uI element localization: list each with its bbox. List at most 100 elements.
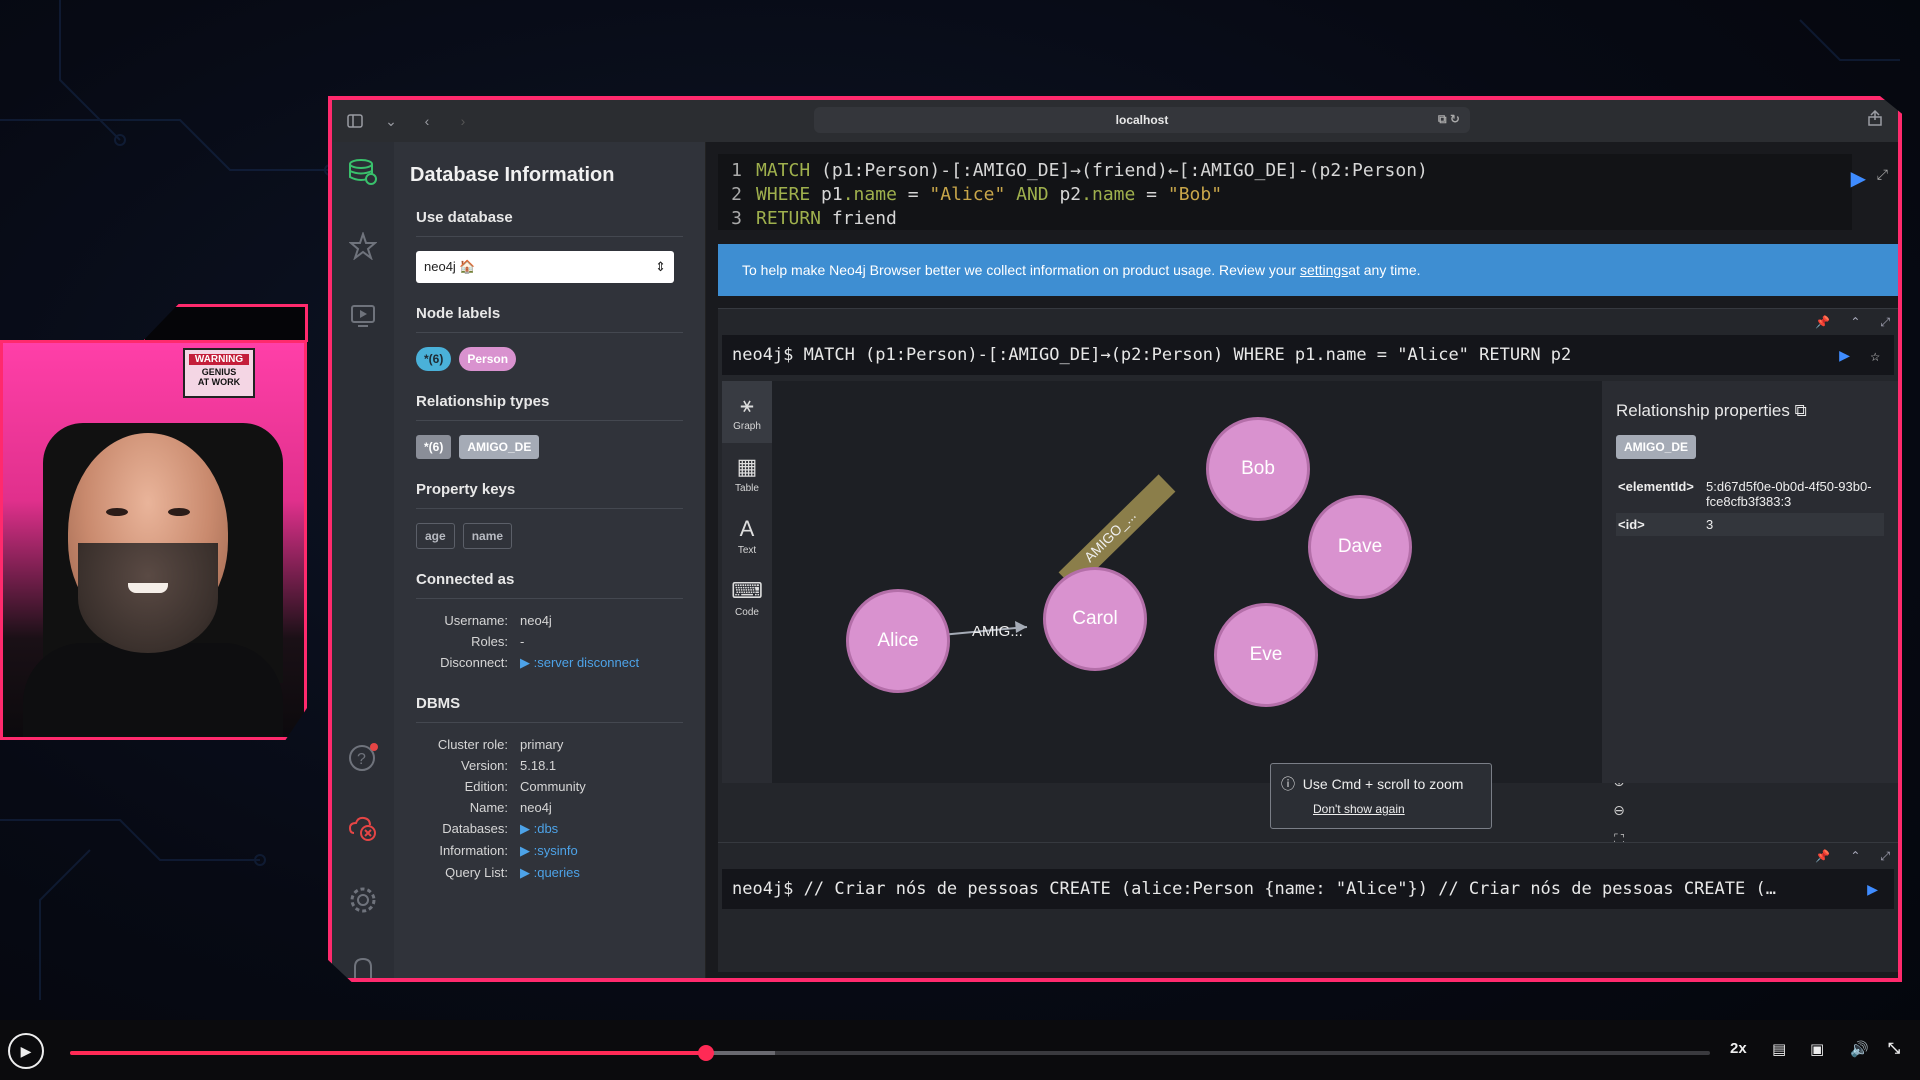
reload-icon[interactable]: ⧉ ↻ [1438,112,1460,127]
rerun-query-icon-2[interactable]: ▶ [1867,879,1878,900]
back-arrow-icon[interactable]: ‹ [416,110,438,132]
code-token: p1 [821,183,843,205]
editor-line[interactable]: 2 WHERE p1 .name = "Alice" AND p2 .name = "… [718,182,1852,206]
presenter-torso [23,643,283,737]
edge-label-alice-carol: AMIG... [972,623,1023,640]
connected-as-heading: Connected as [416,571,683,599]
pin-icon[interactable]: 📌 [1815,849,1830,863]
fullscreen-icon[interactable]: ⤢ [1880,849,1890,864]
node-bob[interactable]: Bob [1206,417,1310,521]
favorite-star-icon[interactable]: ☆ [1870,346,1880,365]
help-icon[interactable]: ? [347,742,379,774]
frame-query-bar-2[interactable]: neo4j$ // Criar nós de pessoas CREATE (a… [722,869,1894,909]
view-tabs: ⚹ Graph ▦ Table A Text ⌨ Code [722,381,772,783]
node-dave[interactable]: Dave [1308,495,1412,599]
node-labels-heading: Node labels [416,305,683,333]
copy-icon[interactable]: ⧉ [1795,401,1807,420]
picture-in-picture-icon[interactable]: ▣ [1810,1040,1824,1058]
queries-link[interactable]: ▶ :queries [520,865,683,881]
tab-table[interactable]: ▦ Table [722,443,772,505]
run-query-icon[interactable]: ▶ [1851,166,1866,191]
buffered-range [706,1051,776,1055]
tab-graph[interactable]: ⚹ Graph [722,381,772,443]
code-token: = [1135,183,1168,205]
database-icon[interactable] [347,156,379,188]
graph-canvas[interactable]: AMIG... AMIGO_... Bob Dave Alice Carol E… [772,381,1625,847]
editor-line[interactable]: 1 MATCH (p1:Person)-[:AMIGO_DE]→(friend)←… [718,158,1852,182]
svg-text:?: ? [357,751,366,768]
cluster-role-value: primary [520,737,564,752]
settings-gear-icon[interactable] [347,884,379,916]
seek-bar[interactable] [70,1045,1710,1061]
prop-key: <elementId> [1618,479,1694,494]
sysinfo-link[interactable]: ▶ :sysinfo [520,843,683,859]
tab-text[interactable]: A Text [722,505,772,567]
roles-value: - [520,634,525,649]
database-info-drawer: Database Information Use database neo4j … [394,142,706,978]
use-database-heading: Use database [416,209,683,237]
subtitles-icon[interactable]: ▤ [1772,1040,1786,1058]
prop-row-id: <id> 3 [1616,513,1884,536]
node-label-person-chip[interactable]: Person [459,347,517,371]
volume-icon[interactable]: 🔊 [1850,1040,1869,1058]
play-icon[interactable]: ▶ [8,1033,44,1069]
presenter-beard [78,543,218,653]
playback-speed[interactable]: 2x [1730,1040,1747,1057]
sidebar-toggle-icon[interactable] [344,110,366,132]
collapse-icon[interactable]: ⌃ [1850,315,1860,329]
database-select[interactable]: neo4j 🏠 ⇕ [416,251,674,283]
line-number: 3 [731,207,742,229]
zoom-out-icon[interactable]: ⊖ [1613,802,1625,819]
share-icon[interactable] [1868,109,1882,129]
edition-value: Community [520,779,586,794]
roles-key: Roles: [471,634,508,649]
code-token: WHERE [756,183,822,205]
node-label-all-chip[interactable]: *(6) [416,347,452,371]
editor-line[interactable]: 3 RETURN friend [718,206,1852,230]
rerun-query-icon[interactable]: ▶ [1839,345,1850,366]
rel-type-all-chip[interactable]: *(6) [416,435,452,459]
banner-settings-link[interactable]: settings [1300,262,1348,278]
node-eve[interactable]: Eve [1214,603,1318,707]
version-value: 5.18.1 [520,758,557,773]
code-token: friend [831,207,897,229]
favorites-star-icon[interactable] [347,230,379,262]
edition-key: Edition: [464,779,508,794]
dbs-link[interactable]: ▶ :dbs [520,821,683,837]
collapse-icon[interactable]: ⌃ [1850,849,1860,863]
main-stream: 1 MATCH (p1:Person)-[:AMIGO_DE]→(friend)←… [706,142,1898,978]
address-bar[interactable]: localhost ⧉ ↻ [814,107,1470,133]
url-text: localhost [1115,113,1169,127]
rel-type-amigo-de-chip[interactable]: AMIGO_DE [459,435,540,459]
server-disconnect-link[interactable]: ▶ :server disconnect [520,655,683,671]
node-alice[interactable]: Alice [846,589,950,693]
cloud-disconnect-icon[interactable] [347,812,379,844]
cypher-editor[interactable]: 1 MATCH (p1:Person)-[:AMIGO_DE]→(friend)←… [718,154,1852,230]
code-token: "Alice" [929,183,1006,205]
zoom-controls: ⊕ ⊖ ⛶ [1604,773,1634,848]
seek-knob[interactable] [698,1045,715,1061]
props-relationship-tag[interactable]: AMIGO_DE [1616,435,1697,459]
fullscreen-icon[interactable]: ⤢ [1880,315,1890,330]
forward-arrow-icon[interactable]: › [452,110,474,132]
server-disconnect-text: :server disconnect [533,655,640,670]
property-key-age-chip[interactable]: age [416,523,455,549]
expand-editor-icon[interactable]: ⤢ [1877,166,1888,183]
property-key-name-chip[interactable]: name [462,523,513,549]
banner-text-after: at any time. [1348,262,1421,278]
presenter-mouth [128,583,168,593]
node-carol[interactable]: Carol [1043,567,1147,671]
fullscreen-exit-icon[interactable]: ⤡ [1888,1040,1900,1057]
chevron-down-icon[interactable]: ⌄ [380,110,402,132]
guides-play-icon[interactable] [347,300,379,332]
select-arrows-icon: ⇕ [655,259,666,274]
about-icon[interactable] [347,952,379,978]
code-token: AND [1005,183,1060,205]
frame-query-bar[interactable]: neo4j$ MATCH (p1:Person)-[:AMIGO_DE]→(p2… [722,335,1894,375]
dont-show-again-link[interactable]: Don't show again [1313,802,1481,816]
code-token: .name [842,183,897,205]
frame2-query-text: neo4j$ // Criar nós de pessoas CREATE (a… [732,879,1776,899]
tab-code[interactable]: ⌨ Code [722,567,772,629]
pin-icon[interactable]: 📌 [1815,315,1830,329]
prop-row-elementid: <elementId> 5:d67d5f0e-0b0d-4f50-93b0-fc… [1616,475,1884,513]
